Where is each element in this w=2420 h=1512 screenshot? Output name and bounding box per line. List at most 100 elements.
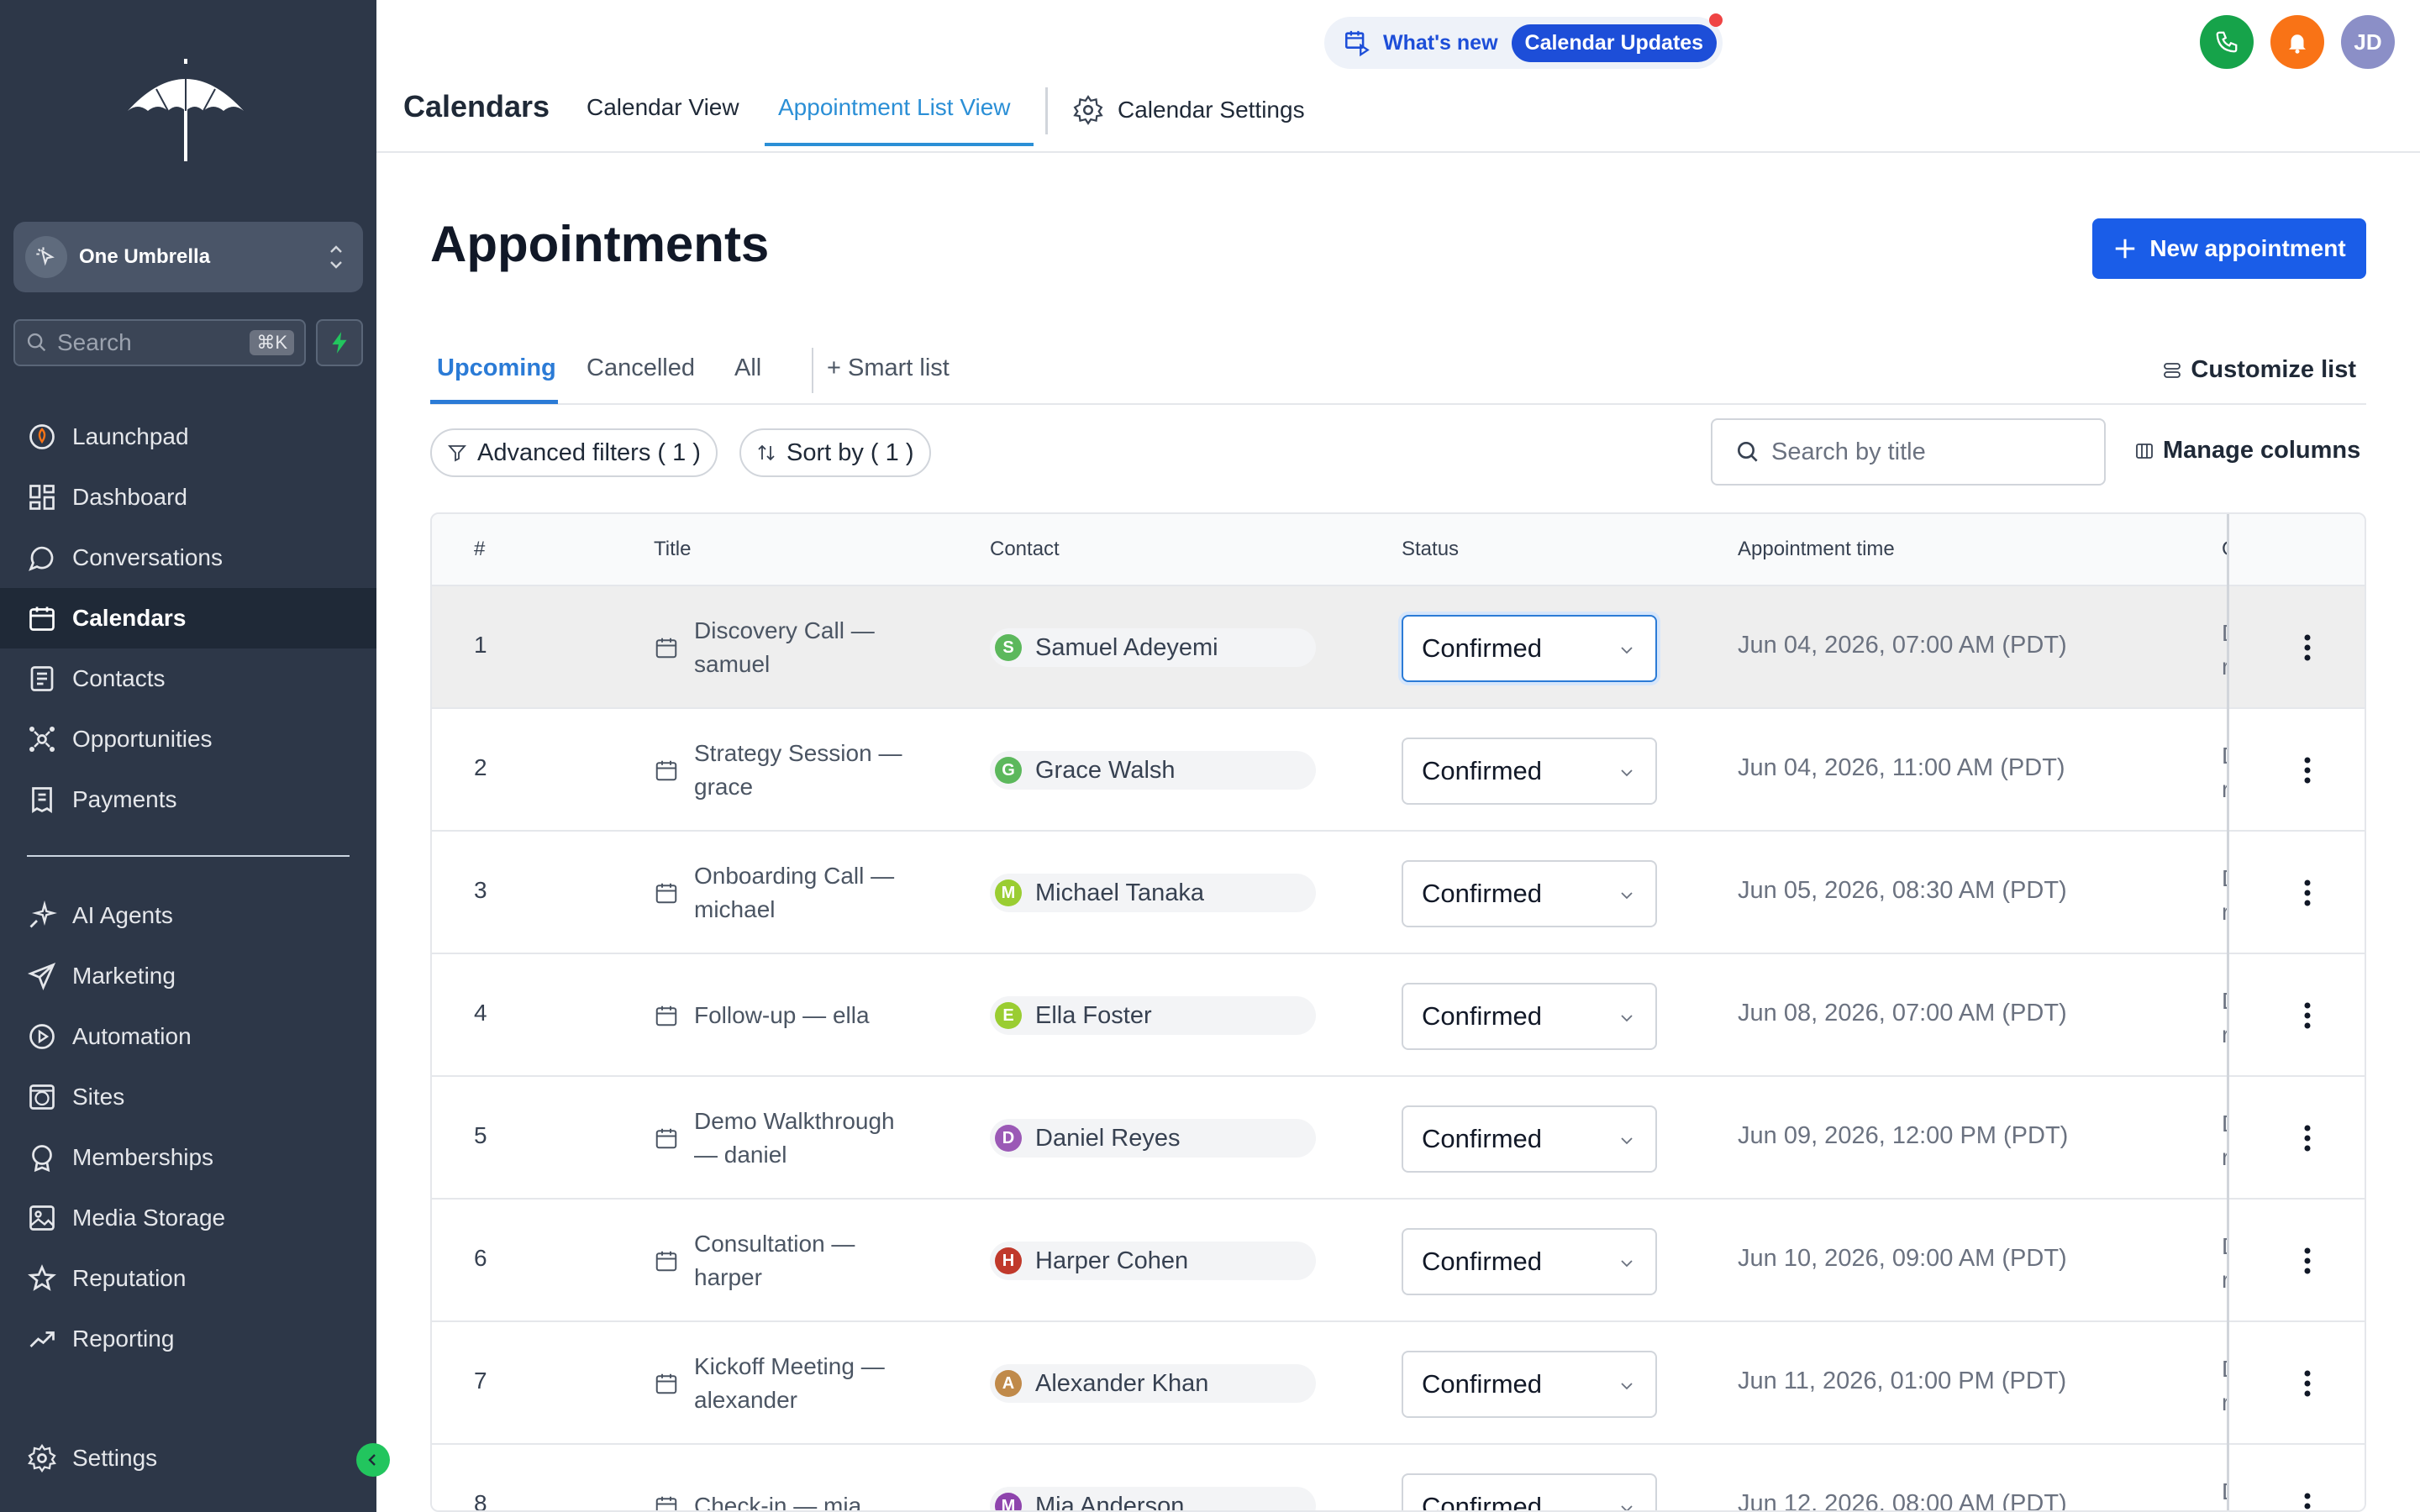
smart-list-button[interactable]: + Smart list [827, 354, 950, 382]
column-header-clipped[interactable]: C [2222, 538, 2228, 561]
row-actions-button[interactable] [2287, 1238, 2328, 1284]
sidebar-item-calendars[interactable]: Calendars [0, 588, 376, 648]
appointment-title-cell[interactable]: Kickoff Meeting — alexander [654, 1322, 913, 1445]
customize-list-button[interactable]: Customize list [2162, 356, 2356, 384]
whats-new-banner[interactable]: What's new Calendar Updates [1324, 17, 1723, 69]
column-header-contact[interactable]: Contact [990, 538, 1060, 561]
notifications-button[interactable] [2270, 15, 2324, 69]
appointment-title-cell[interactable]: Discovery Call — samuel [654, 586, 913, 709]
status-value: Confirmed [1422, 879, 1542, 908]
table-row[interactable]: 1 Discovery Call — samuel S Samuel Adeyemi C… [432, 586, 2365, 709]
appointment-title-cell[interactable]: Onboarding Call — michael [654, 832, 913, 954]
appointment-title-cell[interactable]: Check-in — mia [654, 1445, 913, 1510]
tab-all[interactable]: All [734, 354, 761, 382]
table-row[interactable]: 6 Consultation — harper H Harper Cohen Confi… [432, 1200, 2365, 1322]
more-vertical-icon [2304, 879, 2311, 906]
sort-by-chip[interactable]: Sort by ( 1 ) [739, 428, 931, 477]
status-select[interactable]: Confirmed [1402, 983, 1657, 1050]
sidebar-item-memberships[interactable]: Memberships [0, 1127, 376, 1188]
clipped-text: D [2222, 1352, 2228, 1386]
row-actions-button[interactable] [2287, 1361, 2328, 1406]
sidebar-item-conversations[interactable]: Conversations [0, 528, 376, 588]
status-select[interactable]: Confirmed [1402, 860, 1657, 927]
contact-chip[interactable]: H Harper Cohen [990, 1242, 1316, 1280]
sidebar-search[interactable]: Search ⌘K [13, 319, 306, 366]
status-select[interactable]: Confirmed [1402, 1351, 1657, 1418]
contact-chip[interactable]: D Daniel Reyes [990, 1119, 1316, 1158]
tab-calendar-settings[interactable]: Calendar Settings [1072, 94, 1305, 126]
row-actions-button[interactable] [2287, 870, 2328, 916]
appointment-title-cell[interactable]: Strategy Session — grace [654, 709, 913, 832]
search-by-title-input[interactable]: Search by title [1711, 418, 2106, 486]
row-actions-button[interactable] [2287, 1483, 2328, 1510]
sidebar-item-payments[interactable]: Payments [0, 769, 376, 830]
user-avatar[interactable]: JD [2341, 15, 2395, 69]
manage-columns-button[interactable]: Manage columns [2134, 437, 2360, 465]
clipped-text: r [2222, 650, 2228, 684]
row-actions-button[interactable] [2287, 748, 2328, 793]
appointment-title-cell[interactable]: Demo Walkthrough — daniel [654, 1077, 913, 1200]
status-select[interactable]: Confirmed [1402, 1473, 1657, 1512]
table-row[interactable]: 2 Strategy Session — grace G Grace Walsh Con… [432, 709, 2365, 832]
sidebar-item-reporting[interactable]: Reporting [0, 1309, 376, 1369]
quick-actions-button[interactable] [316, 319, 363, 366]
sidebar-item-ai-agents[interactable]: AI Agents [0, 885, 376, 946]
sidebar-item-opportunities[interactable]: Opportunities [0, 709, 376, 769]
status-select[interactable]: Confirmed [1402, 1105, 1657, 1173]
clipped-text: r [2222, 1509, 2228, 1510]
row-actions-button[interactable] [2287, 993, 2328, 1038]
contact-chip[interactable]: E Ella Foster [990, 996, 1316, 1035]
contact-chip[interactable]: G Grace Walsh [990, 751, 1316, 790]
status-select[interactable]: Confirmed [1402, 1228, 1657, 1295]
sidebar-item-dashboard[interactable]: Dashboard [0, 467, 376, 528]
collapse-sidebar-button[interactable] [356, 1443, 390, 1477]
status-select[interactable]: Confirmed [1402, 615, 1657, 682]
sidebar-item-sites[interactable]: Sites [0, 1067, 376, 1127]
table-row[interactable]: 5 Demo Walkthrough — daniel D Daniel Reyes C… [432, 1077, 2365, 1200]
calendar-icon [655, 638, 677, 659]
contact-initial: G [995, 757, 1022, 784]
sidebar-item-launchpad[interactable]: Launchpad [0, 407, 376, 467]
contact-chip[interactable]: S Samuel Adeyemi [990, 628, 1316, 667]
table-row[interactable]: 8 Check-in — mia M Mia Anderson Confirmed Jun… [432, 1445, 2365, 1512]
advanced-filters-chip[interactable]: Advanced filters ( 1 ) [430, 428, 718, 477]
row-actions-button[interactable] [2287, 625, 2328, 670]
calendar-updates-pill[interactable]: Calendar Updates [1511, 24, 1718, 62]
page-title: Appointments [430, 216, 770, 272]
sidebar-item-label: Conversations [72, 544, 223, 570]
sidebar-item-reputation[interactable]: Reputation [0, 1248, 376, 1309]
phone-button[interactable] [2200, 15, 2254, 69]
status-value: Confirmed [1422, 1492, 1542, 1512]
new-appointment-button[interactable]: New appointment [2092, 218, 2366, 279]
tab-cancelled[interactable]: Cancelled [587, 354, 695, 382]
tab-appointment-list-view[interactable]: Appointment List View [778, 94, 1011, 121]
column-header-title[interactable]: Title [654, 538, 691, 561]
sidebar-item-contacts[interactable]: Contacts [0, 648, 376, 709]
table-row[interactable]: 3 Onboarding Call — michael M Michael Tanak… [432, 832, 2365, 954]
status-select[interactable]: Confirmed [1402, 738, 1657, 805]
column-header-status[interactable]: Status [1402, 538, 1459, 561]
column-header-number[interactable]: # [474, 538, 485, 561]
sidebar-item-automation[interactable]: Automation [0, 1006, 376, 1067]
appointment-title: Demo Walkthrough — daniel [694, 1108, 895, 1168]
contact-initial: M [995, 879, 1022, 906]
customize-label: Customize list [2191, 356, 2356, 383]
sidebar-item-media-storage[interactable]: Media Storage [0, 1188, 376, 1248]
table-row[interactable]: 7 Kickoff Meeting — alexander A Alexander K… [432, 1322, 2365, 1445]
contact-chip[interactable]: A Alexander Khan [990, 1364, 1316, 1403]
account-switcher[interactable]: One Umbrella [13, 222, 363, 292]
contact-chip[interactable]: M Mia Anderson [990, 1487, 1316, 1510]
app-root: One Umbrella Search ⌘K Launchpad Dashboa… [0, 0, 2420, 1512]
row-actions-button[interactable] [2287, 1116, 2328, 1161]
tab-upcoming[interactable]: Upcoming [437, 354, 556, 382]
table-row[interactable]: 4 Follow-up — ella E Ella Foster Confirmed Ju… [432, 954, 2365, 1077]
contact-chip[interactable]: M Michael Tanaka [990, 874, 1316, 912]
column-header-appointment-time[interactable]: Appointment time [1738, 538, 1895, 561]
sidebar-item-settings[interactable]: Settings [0, 1428, 376, 1488]
appointment-title-cell[interactable]: Consultation — harper [654, 1200, 913, 1322]
appointment-title-cell[interactable]: Follow-up — ella [654, 954, 913, 1077]
sidebar-item-marketing[interactable]: Marketing [0, 946, 376, 1006]
calendar-icon [655, 1496, 677, 1510]
clipped-text: D [2222, 984, 2228, 1018]
tab-calendar-view[interactable]: Calendar View [587, 94, 739, 121]
